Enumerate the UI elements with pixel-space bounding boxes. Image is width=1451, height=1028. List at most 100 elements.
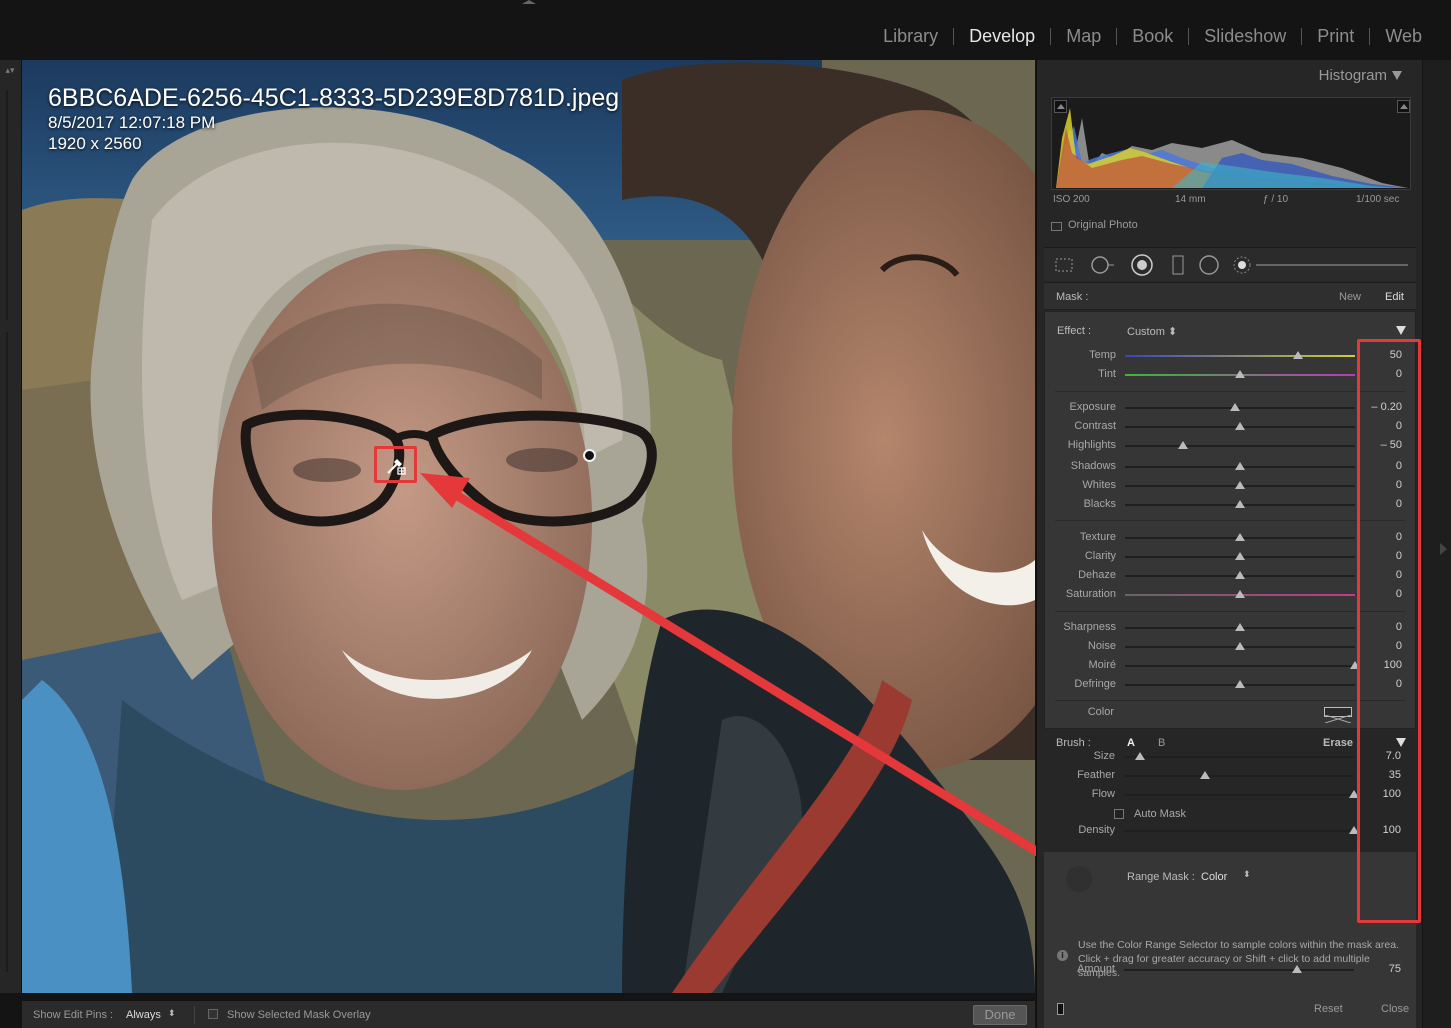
slider-value[interactable]: 0 — [1396, 531, 1402, 543]
shadow-clipping-button[interactable] — [1054, 100, 1067, 113]
slider-track[interactable] — [1125, 462, 1355, 470]
slider-value[interactable]: 0 — [1396, 368, 1402, 380]
color-range-selector-dropper[interactable] — [1066, 866, 1092, 892]
slider-track[interactable] — [1125, 680, 1355, 688]
auto-mask-checkbox[interactable] — [1114, 809, 1124, 819]
top-panel-toggle[interactable] — [522, 0, 536, 4]
slider-value[interactable]: 0 — [1396, 479, 1402, 491]
slider-thumb[interactable] — [1292, 351, 1303, 359]
slider-thumb[interactable] — [1230, 403, 1241, 411]
slider-track[interactable] — [1125, 623, 1355, 631]
slider-thumb[interactable] — [1199, 771, 1210, 779]
slider-track[interactable] — [1125, 552, 1355, 560]
slider-value[interactable]: 50 — [1390, 349, 1402, 361]
effect-preset-value[interactable]: Custom — [1127, 326, 1165, 338]
range-mask-dropdown[interactable]: Color — [1201, 871, 1227, 883]
module-web[interactable]: Web — [1370, 26, 1437, 47]
slider-thumb[interactable] — [1235, 571, 1245, 579]
crop-overlay-icon[interactable] — [1054, 255, 1074, 275]
close-button[interactable]: Close — [1381, 1003, 1409, 1015]
slider-row-tint[interactable]: Tint 0 — [1045, 368, 1417, 382]
slider-value[interactable]: 0 — [1396, 640, 1402, 652]
module-map[interactable]: Map — [1051, 26, 1116, 47]
slider-row-whites[interactable]: Whites 0 — [1045, 479, 1417, 493]
slider-value[interactable]: 0 — [1396, 588, 1402, 600]
slider-row-clarity[interactable]: Clarity 0 — [1045, 550, 1417, 564]
slider-track[interactable] — [1125, 351, 1355, 359]
module-slideshow[interactable]: Slideshow — [1189, 26, 1301, 47]
slider-value[interactable]: 0 — [1396, 460, 1402, 472]
slider-row-size[interactable]: Size 7.0 — [1044, 750, 1416, 764]
show-edit-pins-dropdown[interactable]: Always — [126, 1009, 161, 1021]
slider-track[interactable] — [1124, 771, 1354, 779]
brush-erase-tab[interactable]: Erase — [1323, 737, 1353, 749]
dropdown-caret-icon[interactable]: ⬍ — [1243, 870, 1251, 880]
mask-edit-button[interactable]: Edit — [1385, 291, 1404, 303]
slider-thumb[interactable] — [1350, 661, 1360, 669]
adjustment-brush-icon[interactable] — [1232, 255, 1252, 275]
slider-row-saturation[interactable]: Saturation 0 — [1045, 588, 1417, 602]
photo-image[interactable] — [22, 60, 1035, 993]
slider-value[interactable]: 0 — [1396, 678, 1402, 690]
slider-row-noise[interactable]: Noise 0 — [1045, 640, 1417, 654]
slider-thumb[interactable] — [1235, 680, 1245, 688]
slider-track[interactable] — [1125, 500, 1355, 508]
slider-row-feather[interactable]: Feather 35 — [1044, 769, 1416, 783]
slider-value[interactable]: 0 — [1396, 621, 1402, 633]
slider-thumb[interactable] — [1349, 790, 1359, 798]
module-book[interactable]: Book — [1117, 26, 1188, 47]
expand-arrow-icon[interactable] — [1440, 543, 1447, 555]
slider-track[interactable] — [1125, 403, 1355, 411]
slider-row-density[interactable]: Density 100 — [1044, 824, 1416, 838]
slider-row-highlights[interactable]: Highlights – 50 — [1045, 439, 1417, 453]
radial-filter-icon[interactable] — [1199, 255, 1219, 275]
reset-button[interactable]: Reset — [1314, 1003, 1343, 1015]
histogram-header[interactable]: Histogram — [1037, 66, 1417, 86]
left-panel-strip[interactable]: ▴▾ — [0, 60, 22, 993]
slider-value[interactable]: 0 — [1396, 420, 1402, 432]
slider-row-contrast[interactable]: Contrast 0 — [1045, 420, 1417, 434]
slider-thumb[interactable] — [1235, 370, 1245, 378]
panel-on-off-switch[interactable] — [1057, 1003, 1064, 1015]
color-swatch[interactable] — [1324, 707, 1352, 724]
slider-thumb[interactable] — [1235, 500, 1245, 508]
slider-thumb[interactable] — [1235, 533, 1245, 541]
slider-value[interactable]: – 0.20 — [1371, 401, 1402, 413]
slider-row-temp[interactable]: Temp 50 — [1045, 349, 1417, 363]
slider-value[interactable]: 100 — [1383, 788, 1401, 800]
module-develop[interactable]: Develop — [954, 26, 1050, 47]
slider-thumb[interactable] — [1235, 642, 1245, 650]
slider-value[interactable]: 0 — [1396, 498, 1402, 510]
slider-track[interactable] — [1125, 533, 1355, 541]
highlight-clipping-button[interactable] — [1397, 100, 1410, 113]
slider-row-shadows[interactable]: Shadows 0 — [1045, 460, 1417, 474]
brush-a-tab[interactable]: A — [1127, 737, 1135, 749]
histogram-title[interactable]: Histogram — [1319, 67, 1387, 84]
slider-track[interactable] — [1125, 642, 1355, 650]
histogram-chart[interactable] — [1051, 97, 1411, 190]
slider-track[interactable] — [1125, 441, 1355, 449]
red-eye-icon[interactable] — [1130, 253, 1154, 277]
slider-thumb[interactable] — [1235, 623, 1245, 631]
slider-value[interactable]: 7.0 — [1386, 750, 1401, 762]
graduated-filter-icon[interactable] — [1168, 255, 1188, 275]
collapse-triangle-icon[interactable] — [1396, 738, 1406, 747]
slider-row-flow[interactable]: Flow 100 — [1044, 788, 1416, 802]
edit-pin[interactable] — [583, 449, 596, 462]
slider-value[interactable]: – 50 — [1381, 439, 1402, 451]
left-panel-toggle-icon[interactable]: ▴▾ — [2, 66, 18, 76]
brush-b-tab[interactable]: B — [1158, 737, 1165, 749]
slider-row-texture[interactable]: Texture 0 — [1045, 531, 1417, 545]
slider-value[interactable]: 0 — [1396, 569, 1402, 581]
slider-row-exposure[interactable]: Exposure – 0.20 — [1045, 401, 1417, 415]
slider-track[interactable] — [1125, 481, 1355, 489]
slider-row-defringe[interactable]: Defringe 0 — [1045, 678, 1417, 692]
auto-mask-label[interactable]: Auto Mask — [1134, 808, 1186, 820]
slider-row-sharpness[interactable]: Sharpness 0 — [1045, 621, 1417, 635]
show-mask-overlay-label[interactable]: Show Selected Mask Overlay — [227, 1009, 371, 1021]
slider-value[interactable]: 35 — [1389, 769, 1401, 781]
slider-thumb[interactable] — [1235, 590, 1245, 598]
slider-value[interactable]: 100 — [1384, 659, 1402, 671]
slider-track[interactable] — [1124, 826, 1359, 834]
slider-track[interactable] — [1125, 370, 1355, 378]
